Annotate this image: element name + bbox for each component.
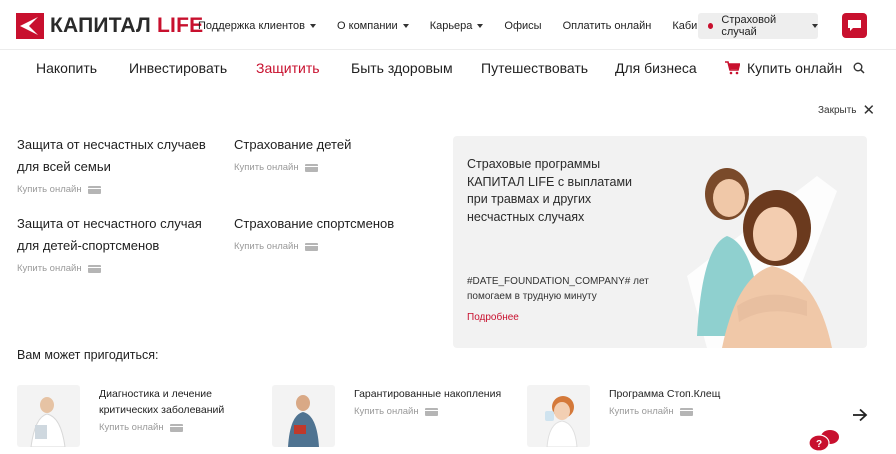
credit-card-icon [87,264,101,273]
product-child-athletes[interactable]: Защита от несчастного случая для детей-сп… [17,213,202,274]
buy-online-link[interactable]: Купить онлайн [99,422,224,433]
child-image [527,385,590,447]
top-nav-offices[interactable]: Офисы [504,20,541,32]
buy-online-link[interactable]: Купить онлайн [354,406,501,417]
promo-banner[interactable]: Страховые программы КАПИТАЛ LIFE с выпла… [453,136,867,348]
buy-online-link[interactable]: Купить онлайн [234,162,351,173]
chevron-down-icon [812,24,818,28]
product-title: Страхование спортсменов [234,216,395,231]
top-nav-pay-online[interactable]: Оплатить онлайн [563,20,652,32]
promo-note: #DATE_FOUNDATION_COMPANY# лет помогаем в… [467,276,649,302]
arrow-right-icon[interactable] [852,408,868,422]
buy-online-link[interactable]: Купить онлайн [17,184,206,195]
credit-card-icon [679,407,693,416]
credit-card-icon [87,185,101,194]
svg-text:?: ? [816,439,822,450]
man-image [272,385,335,447]
logo-mark-icon [16,13,44,39]
product-children-insurance[interactable]: Страхование детей Купить онлайн [234,134,351,173]
chat-button[interactable] [842,13,867,38]
recommendation-card[interactable]: Гарантированные накопления Купить онлайн [272,385,501,447]
insurance-case-label: Страховой случай [721,14,777,38]
useful-title: Вам может пригодиться: [17,348,159,362]
recommendation-title: Программа Стоп.Клещ [609,388,721,400]
product-family-accident[interactable]: Защита от несчастных случаев для всей сем… [17,134,206,195]
top-nav-career[interactable]: Карьера [430,20,484,32]
product-title: Защита от несчастных случаев для всей сем… [17,137,206,174]
family-photo [687,168,837,348]
chevron-down-icon [310,24,317,28]
recommendation-title: Гарантированные накопления [354,388,502,400]
product-title: Защита от несчастного случая для детей-сп… [17,216,202,253]
main-nav-business[interactable]: Для бизнеса [615,60,697,76]
main-nav-protect[interactable]: Защитить [256,60,320,76]
logo-text: КАПИТАЛ LIFE [50,14,204,37]
recommendation-card[interactable]: Диагностика и лечение критических заболев… [17,385,224,447]
main-nav-buy-online[interactable]: Купить онлайн [747,60,842,76]
insurance-case-button[interactable]: Страховой случай [698,13,818,39]
alert-dot-icon [708,23,714,29]
credit-card-icon [424,407,438,416]
product-title: Страхование детей [234,137,352,152]
recommendation-card[interactable]: Программа Стоп.Клещ Купить онлайн [527,385,720,447]
promo-more-link[interactable]: Подробнее [467,312,519,323]
top-nav: Поддержка клиентов О компании Карьера Оф… [198,20,779,32]
top-nav-about[interactable]: О компании [337,20,409,32]
promo-title: Страховые программы КАПИТАЛ LIFE с выпла… [467,157,633,224]
top-bar: КАПИТАЛ LIFE Поддержка клиентов О компан… [0,0,896,50]
recommendation-title: Диагностика и лечение критических заболев… [99,388,225,416]
main-nav-travel[interactable]: Путешествовать [481,60,588,76]
main-nav: Накопить Инвестировать Защитить Быть здо… [0,60,896,78]
buy-online-link[interactable]: Купить онлайн [17,263,202,274]
main-nav-save[interactable]: Накопить [36,60,97,76]
chevron-down-icon [402,24,409,28]
close-icon: ✕ [862,101,876,119]
credit-card-icon [169,423,183,432]
cart-icon[interactable] [725,61,740,75]
main-nav-healthy[interactable]: Быть здоровым [351,60,453,76]
main-nav-invest[interactable]: Инвестировать [129,60,227,76]
floating-chat-icon[interactable]: ? [808,428,842,454]
credit-card-icon [304,242,318,251]
chat-bubble-icon [848,20,861,31]
credit-card-icon [304,163,318,172]
brand-logo[interactable]: КАПИТАЛ LIFE [16,13,203,39]
product-athletes-insurance[interactable]: Страхование спортсменов Купить онлайн [234,213,394,252]
search-icon[interactable] [853,62,865,74]
close-label: Закрыть [818,105,857,116]
top-nav-support[interactable]: Поддержка клиентов [198,20,317,32]
buy-online-link[interactable]: Купить онлайн [234,241,394,252]
buy-online-link[interactable]: Купить онлайн [609,406,720,417]
close-menu-button[interactable]: Закрыть ✕ [818,101,876,119]
chevron-down-icon [477,24,484,28]
doctor-image [17,385,80,447]
